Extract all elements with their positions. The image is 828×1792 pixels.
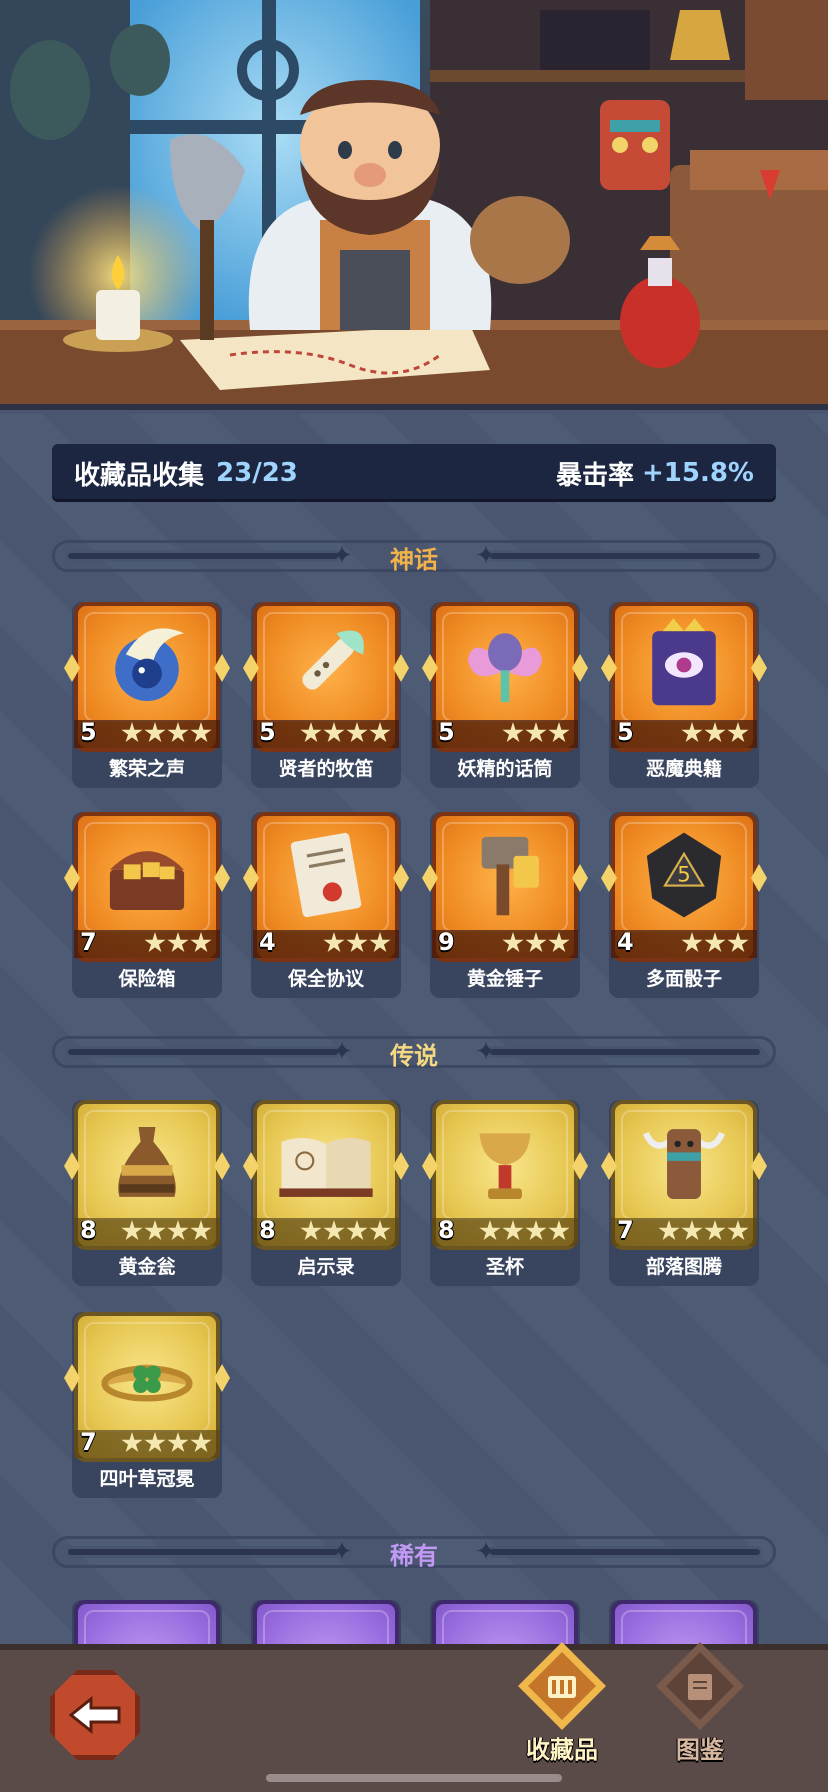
item-name: 黄金瓮	[118, 1256, 176, 1278]
section-header-legend: ✦ ✦ 传说	[52, 1032, 776, 1072]
golden-urn-icon	[118, 1126, 176, 1197]
treasure-chest-icon	[109, 851, 185, 910]
collection-summary-bar: 收藏品收集 23/23 暴击率 +15.8%	[52, 444, 776, 502]
item-name: 保险箱	[118, 968, 176, 990]
crit-rate-label: 暴击率	[555, 460, 634, 491]
item-level: 9	[438, 928, 455, 956]
star-rating	[121, 1218, 212, 1244]
collectible-card[interactable]: 5 4 多面骰子	[601, 812, 767, 998]
prosperity-voice-icon	[115, 628, 185, 702]
shopkeeper-banner	[0, 0, 828, 410]
collectible-card[interactable]	[251, 1600, 401, 1644]
section-header-mythic: ✦ ✦ 神话	[52, 536, 776, 576]
demon-tome-icon	[652, 618, 716, 706]
collectible-card[interactable]: 5 繁荣之声	[64, 602, 230, 788]
collectible-card[interactable]: 7 保险箱	[64, 812, 230, 998]
star-rating	[502, 930, 570, 956]
item-level: 4	[259, 928, 276, 956]
item-level: 4	[617, 928, 634, 956]
section-header-rare: ✦ ✦ 稀有	[52, 1532, 776, 1572]
section-title-legend: 传说	[390, 1042, 438, 1070]
section-title-mythic: 神话	[390, 546, 438, 574]
item-level: 5	[438, 718, 455, 746]
tab-codex-label: 图鉴	[676, 1736, 724, 1764]
collectible-card[interactable]: 4 保全协议	[243, 812, 409, 998]
star-rating	[121, 1430, 212, 1456]
item-level: 5	[80, 718, 97, 746]
item-name: 保全协议	[287, 968, 364, 990]
item-name: 启示录	[297, 1256, 355, 1278]
item-name: 繁荣之声	[108, 758, 185, 780]
open-book-icon	[279, 1138, 373, 1197]
back-arrow-icon	[68, 1695, 121, 1735]
golden-hammer-icon	[481, 836, 539, 916]
item-level: 5	[259, 718, 276, 746]
item-level: 8	[80, 1216, 97, 1244]
collectible-card[interactable]: 8 启示录	[243, 1100, 409, 1286]
item-name: 圣杯	[485, 1256, 524, 1278]
collection-icon	[548, 1676, 576, 1698]
star-rating	[121, 720, 212, 746]
star-rating	[479, 1218, 570, 1244]
sage-flute-icon	[302, 630, 364, 690]
item-name: 黄金锤子	[466, 968, 543, 990]
tab-collection[interactable]: 收藏品	[502, 1642, 622, 1780]
collectible-card[interactable]: 8 黄金瓮	[64, 1100, 230, 1286]
collectible-card[interactable]: 7 四叶草冠冕	[64, 1312, 230, 1498]
item-level: 8	[438, 1216, 455, 1244]
holy-grail-icon	[479, 1133, 531, 1200]
star-rating	[323, 930, 391, 956]
item-name: 贤者的牧笛	[278, 758, 374, 780]
item-name: 恶魔典籍	[645, 758, 722, 780]
star-rating	[681, 930, 749, 956]
collectible-card[interactable]: 7 部落图腾	[601, 1100, 767, 1286]
collectible-card[interactable]: 5 恶魔典籍	[601, 602, 767, 788]
collectible-card[interactable]: 8 圣杯	[422, 1100, 588, 1286]
star-rating	[681, 720, 749, 746]
collectible-card[interactable]: 5 妖精的话筒	[422, 602, 588, 788]
back-button[interactable]	[50, 1670, 140, 1760]
svg-text:5: 5	[677, 861, 690, 886]
agreement-scroll-icon	[290, 832, 362, 918]
item-name: 多面骰子	[645, 968, 722, 990]
collection-panel: 收藏品收集 23/23 暴击率 +15.8% ✦ ✦ 神话 5 繁荣之声 5 贤…	[0, 414, 828, 1644]
star-rating	[658, 1218, 749, 1244]
item-name: 四叶草冠冕	[99, 1468, 195, 1490]
collectible-card[interactable]	[430, 1600, 580, 1644]
item-level: 7	[80, 1428, 97, 1456]
item-name: 部落图腾	[645, 1256, 722, 1278]
clover-crown-icon	[101, 1364, 193, 1402]
star-rating	[300, 1218, 391, 1244]
home-indicator[interactable]	[266, 1774, 562, 1782]
collectible-card[interactable]: 5 贤者的牧笛	[243, 602, 409, 788]
polyhedral-dice-icon: 5	[646, 832, 722, 918]
section-title-rare: 稀有	[390, 1542, 438, 1570]
tribal-totem-icon	[642, 1129, 726, 1200]
item-name: 妖精的话筒	[457, 758, 553, 780]
crit-rate-value: +15.8%	[642, 458, 754, 488]
star-rating	[300, 720, 391, 746]
collection-label: 收藏品收集	[74, 460, 205, 491]
collection-count: 23/23	[216, 458, 298, 488]
bottom-nav-bar: 收藏品 图鉴	[0, 1642, 828, 1792]
collectible-card[interactable]	[72, 1600, 222, 1644]
collectible-card[interactable]: 9 黄金锤子	[422, 812, 588, 998]
fairy-microphone-icon	[467, 633, 543, 703]
item-level: 7	[80, 928, 97, 956]
tab-codex[interactable]: 图鉴	[640, 1642, 760, 1780]
shopkeeper-scene	[0, 0, 828, 404]
item-level: 8	[259, 1216, 276, 1244]
tab-collection-label: 收藏品	[526, 1736, 598, 1764]
collectible-card[interactable]	[609, 1600, 759, 1644]
star-rating	[502, 720, 570, 746]
item-level: 5	[617, 718, 634, 746]
codex-book-icon	[688, 1674, 712, 1700]
item-level: 7	[617, 1216, 634, 1244]
star-rating	[144, 930, 212, 956]
